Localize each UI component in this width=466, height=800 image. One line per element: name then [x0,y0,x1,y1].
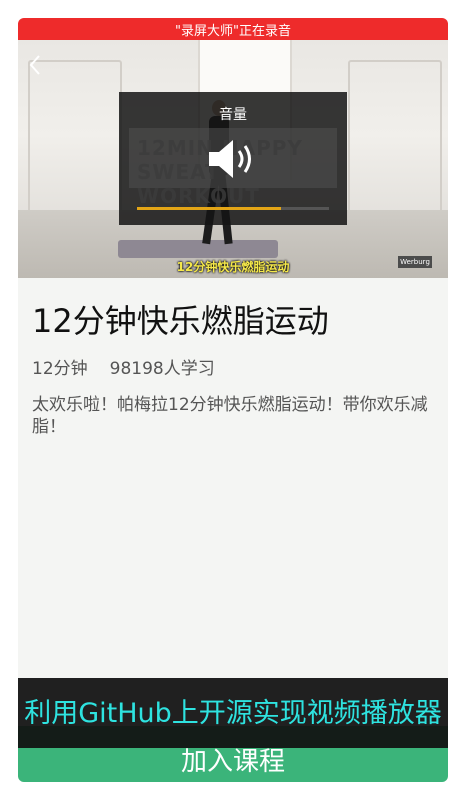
course-duration: 12分钟 [32,359,88,379]
overlay-banner: 利用GitHub上开源实现视频播放器 [18,678,448,748]
video-player[interactable]: 12分钟快乐燃脂运动 Werburg 音量 12MIN HAPPY SWEAT … [18,40,448,278]
course-meta: 12分钟 98198人学习 [32,354,215,379]
recording-status-bar: "录屏大师"正在录音 [18,18,448,40]
video-caption: 12分钟快乐燃脂运动 [176,260,290,274]
course-title: 12分钟快乐燃脂运动 [32,302,329,340]
phone-screen: "录屏大师"正在录音 12分钟快乐燃脂运动 Werburg 音量 12MIN H… [18,18,448,782]
volume-title: 音量 [219,107,247,123]
course-learners: 98198人学习 [109,359,215,379]
speaker-icon [209,140,251,178]
wall-panel [28,60,122,214]
volume-slider[interactable] [137,207,329,210]
recording-status-text: "录屏大师"正在录音 [175,23,291,39]
chevron-left-icon [29,55,40,75]
volume-overlay: 音量 12MIN HAPPY SWEAT WORKOUT [119,92,347,225]
course-description: 太欢乐啦！帕梅拉12分钟快乐燃脂运动！带你欢乐减脂！ [32,395,428,437]
back-button[interactable] [28,54,48,78]
brand-logo: Werburg [398,256,432,268]
yoga-mat [118,240,278,258]
volume-level-fill [137,207,281,210]
wall-panel [348,60,442,214]
volume-icon-area: 12MIN HAPPY SWEAT WORKOUT [129,128,337,208]
